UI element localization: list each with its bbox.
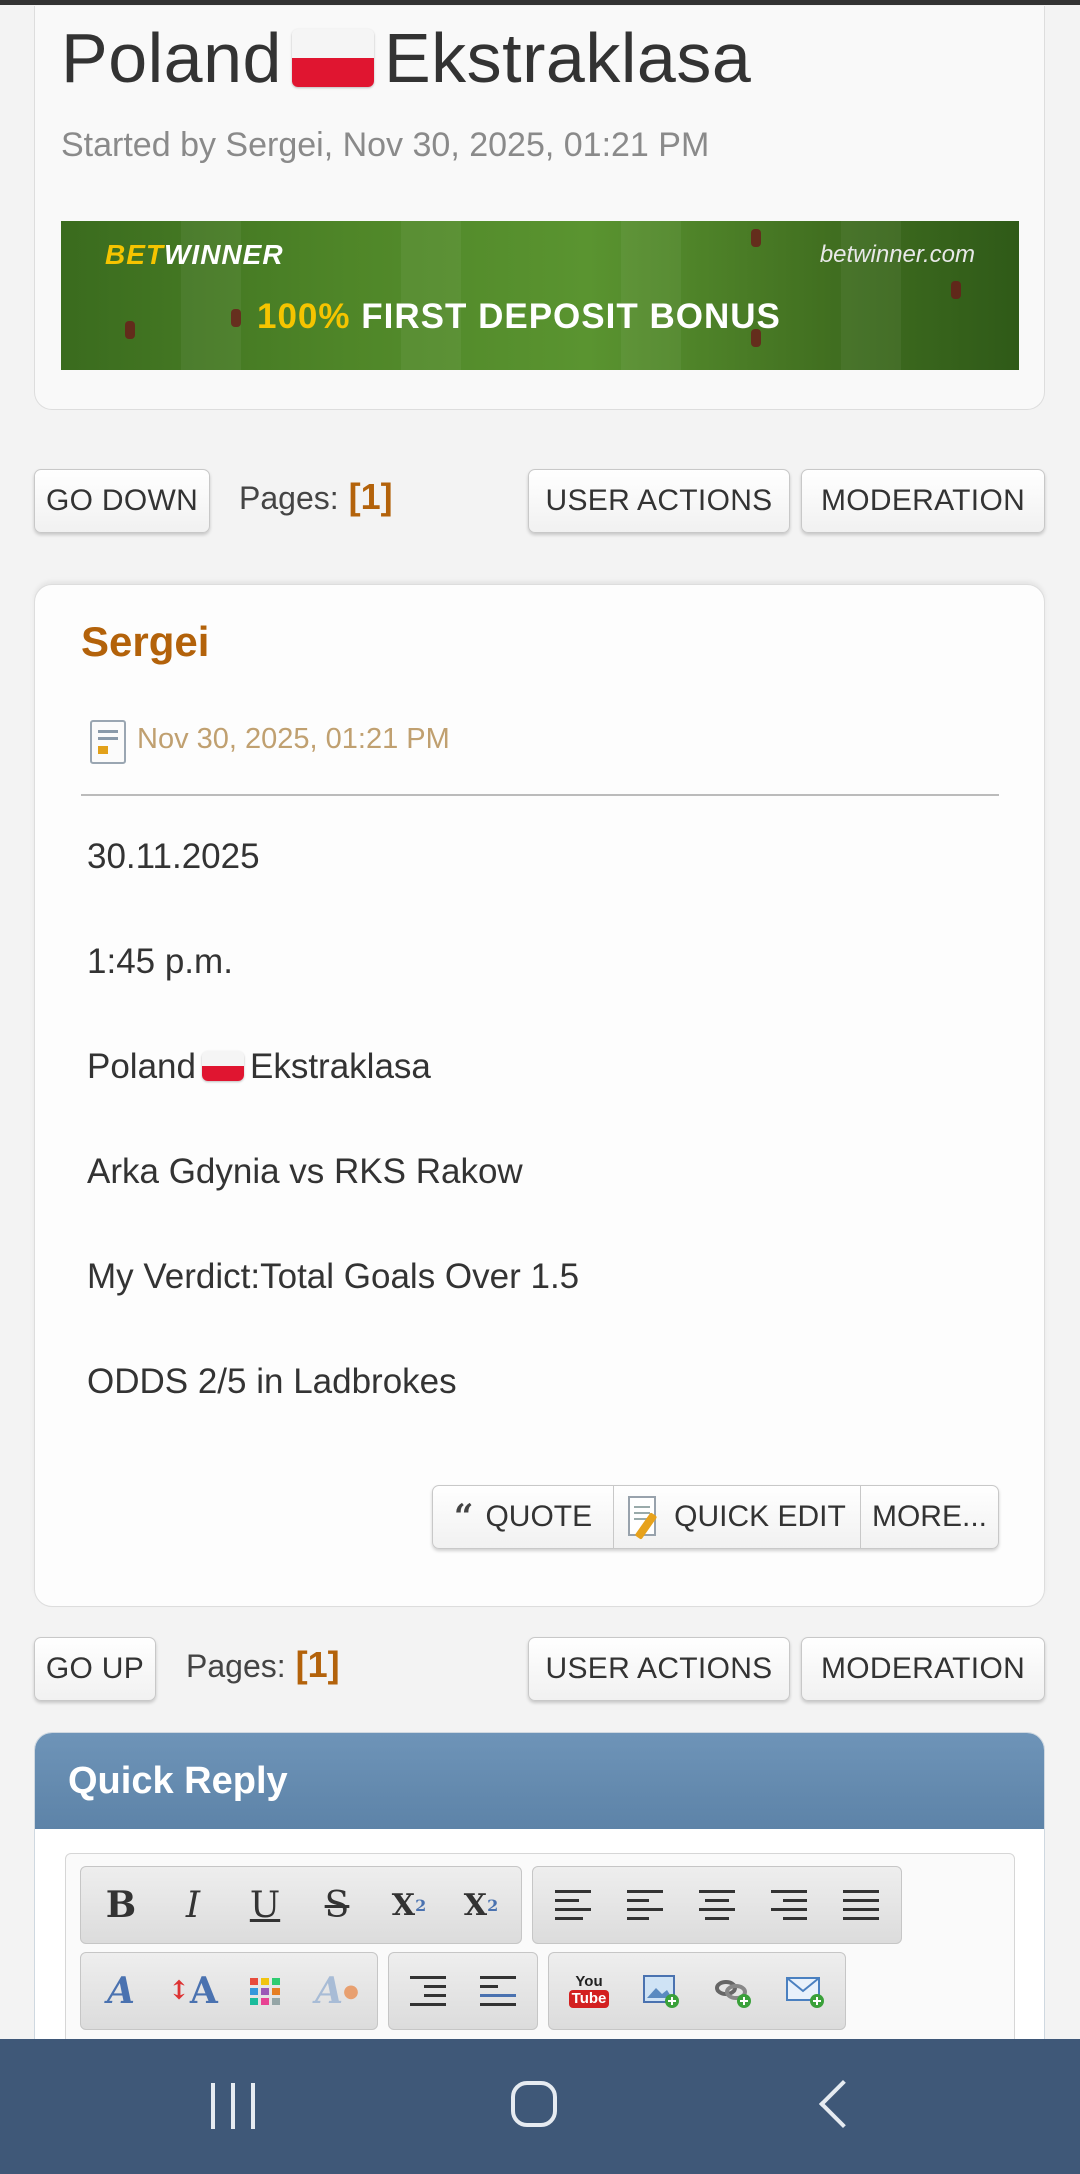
banner-brand: BETWINNER — [105, 239, 284, 270]
post-text-line: Arka Gdynia vs RKS Rakow — [87, 1152, 523, 1191]
format-toolbar: B I U S X2 X2 — [80, 1866, 522, 1944]
font-toolbar: A ↕ A A ● — [80, 1952, 378, 2030]
table-icon[interactable] — [463, 1955, 533, 2027]
post-text-line: 30.11.2025 — [87, 837, 260, 876]
title-text: Poland — [61, 19, 282, 97]
poland-flag-icon — [291, 28, 374, 87]
edit-icon — [628, 1496, 662, 1540]
status-strip — [0, 0, 1080, 5]
post-divider — [81, 794, 999, 796]
poster-name[interactable]: Sergei — [81, 618, 209, 666]
post-icon — [90, 720, 126, 764]
italic-button[interactable]: I — [157, 1869, 229, 1941]
post-text-line: 1:45 p.m. — [87, 942, 233, 981]
page-link-1[interactable]: [1] — [296, 1644, 340, 1685]
topic-title: Poland Ekstraklasa — [61, 18, 751, 98]
home-icon[interactable] — [511, 2081, 557, 2127]
align-toolbar — [532, 1866, 902, 1944]
moderation-button[interactable]: MODERATION — [801, 469, 1045, 533]
youtube-icon[interactable]: You Tube — [553, 1955, 625, 2027]
pagination: Pages: [1] — [239, 476, 393, 517]
strikethrough-button[interactable]: S — [301, 1869, 373, 1941]
image-icon[interactable] — [625, 1955, 697, 2027]
subscript-button[interactable]: X2 — [445, 1869, 517, 1941]
quick-edit-button[interactable]: QUICK EDIT — [613, 1486, 860, 1548]
align-justify-icon[interactable] — [825, 1869, 897, 1941]
align-left-icon[interactable] — [609, 1869, 681, 1941]
back-icon[interactable] — [818, 2079, 868, 2129]
link-icon[interactable] — [697, 1955, 769, 2027]
betwinner-banner[interactable]: BETWINNER betwinner.com 100% FIRST DEPOS… — [61, 221, 1019, 370]
align-left-icon[interactable] — [537, 1869, 609, 1941]
recent-apps-icon[interactable] — [211, 2083, 255, 2129]
post-date[interactable]: Nov 30, 2025, 01:21 PM — [137, 723, 450, 756]
align-center-icon[interactable] — [681, 1869, 753, 1941]
title-text: Ekstraklasa — [383, 19, 752, 97]
go-up-button[interactable]: GO UP — [34, 1637, 156, 1701]
quote-icon: “ — [453, 1497, 474, 1537]
post-text-line: My Verdict:Total Goals Over 1.5 — [87, 1257, 580, 1296]
user-actions-button[interactable]: USER ACTIONS — [528, 1637, 790, 1701]
media-toolbar: You Tube — [548, 1952, 846, 2030]
remove-format-icon[interactable]: A ● — [301, 1955, 373, 2027]
poland-flag-icon — [201, 1050, 244, 1081]
more-button[interactable]: MORE... — [860, 1486, 998, 1548]
go-down-button[interactable]: GO DOWN — [34, 469, 210, 533]
align-right-icon[interactable] — [753, 1869, 825, 1941]
superscript-button[interactable]: X2 — [373, 1869, 445, 1941]
post-text-line: Poland Ekstraklasa — [87, 1047, 431, 1086]
underline-button[interactable]: U — [229, 1869, 301, 1941]
user-actions-button[interactable]: USER ACTIONS — [528, 469, 790, 533]
banner-site: betwinner.com — [819, 241, 975, 268]
font-size-icon[interactable]: ↕ A — [157, 1955, 229, 2027]
quote-button[interactable]: “ QUOTE — [433, 1486, 613, 1548]
post-text-line: ODDS 2/5 in Ladbrokes — [87, 1362, 457, 1401]
page-link-1[interactable]: [1] — [349, 476, 393, 517]
banner-bonus: 100% FIRST DEPOSIT BONUS — [257, 297, 781, 336]
font-face-icon[interactable]: A — [85, 1955, 157, 2027]
bold-button[interactable]: B — [85, 1869, 157, 1941]
topic-started-by: Started by Sergei, Nov 30, 2025, 01:21 P… — [61, 126, 710, 164]
quick-reply-title: Quick Reply — [35, 1733, 1044, 1829]
system-nav-bar — [0, 2039, 1080, 2174]
post-actions: “ QUOTE QUICK EDIT MORE... — [432, 1485, 999, 1549]
moderation-button[interactable]: MODERATION — [801, 1637, 1045, 1701]
email-icon[interactable] — [769, 1955, 841, 2027]
color-icon[interactable] — [229, 1955, 301, 2027]
list-icon[interactable] — [393, 1955, 463, 2027]
insert-toolbar — [388, 1952, 538, 2030]
pagination: Pages: [1] — [186, 1644, 340, 1685]
